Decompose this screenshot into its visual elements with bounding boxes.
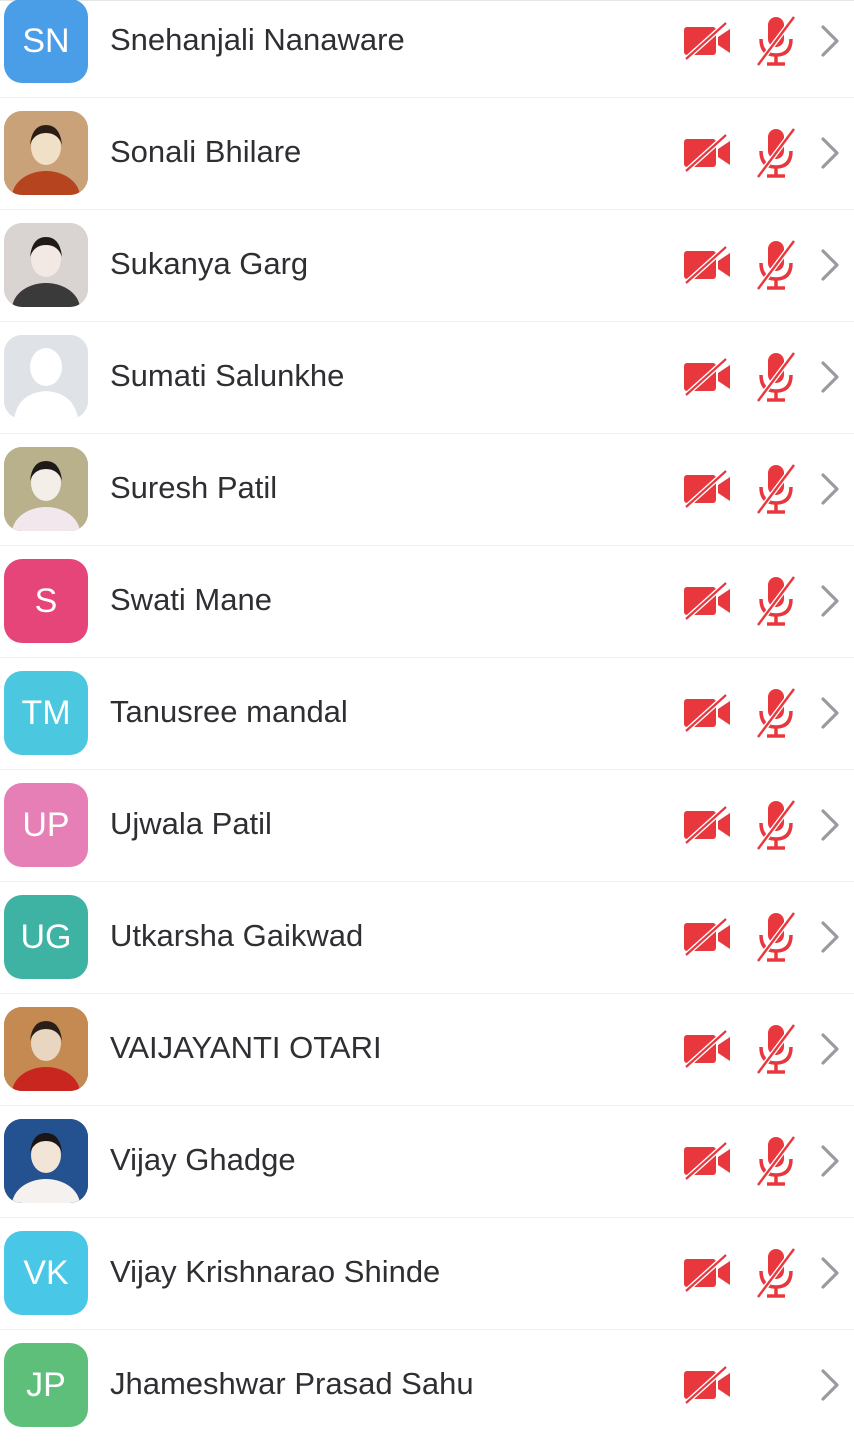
chevron-right-icon[interactable]: [818, 359, 842, 395]
participant-name: Vijay Krishnarao Shinde: [110, 1254, 441, 1289]
chevron-right-icon[interactable]: [818, 23, 842, 59]
chevron-right-icon[interactable]: [818, 919, 842, 955]
participant-row[interactable]: JP Jhameshwar Prasad Sahu: [0, 1329, 854, 1441]
participant-name: Vijay Ghadge: [110, 1142, 296, 1177]
avatar: SN: [4, 0, 88, 83]
participant-list: SN Snehanjali Nanaware Sonali Bhilare Sukan…: [0, 0, 854, 1427]
avatar: S: [4, 559, 88, 643]
avatar: JP: [4, 1343, 88, 1427]
avatar: [4, 447, 88, 531]
participant-row[interactable]: UP Ujwala Patil: [0, 769, 854, 881]
participant-row[interactable]: VK Vijay Krishnarao Shinde: [0, 1217, 854, 1329]
mic-off-icon[interactable]: [752, 461, 800, 517]
profile-photo: [4, 447, 88, 531]
avatar: [4, 111, 88, 195]
profile-photo: [4, 1007, 88, 1091]
video-off-icon[interactable]: [682, 805, 732, 845]
chevron-right-icon[interactable]: [818, 583, 842, 619]
participant-name: Utkarsha Gaikwad: [110, 918, 364, 953]
video-off-icon[interactable]: [682, 917, 732, 957]
video-off-icon[interactable]: [682, 581, 732, 621]
video-off-icon[interactable]: [682, 133, 732, 173]
chevron-right-icon[interactable]: [818, 1367, 842, 1403]
participant-name: Sonali Bhilare: [110, 134, 302, 169]
participant-name: Snehanjali Nanaware: [110, 22, 405, 57]
participant-row[interactable]: Suresh Patil: [0, 433, 854, 545]
participant-row[interactable]: UG Utkarsha Gaikwad: [0, 881, 854, 993]
video-off-icon[interactable]: [682, 1029, 732, 1069]
participant-name: Ujwala Patil: [110, 806, 272, 841]
default-person-icon: [4, 335, 88, 419]
profile-photo: [4, 1119, 88, 1203]
participant-row[interactable]: VAIJAYANTI OTARI: [0, 993, 854, 1105]
participant-row[interactable]: Sonali Bhilare: [0, 97, 854, 209]
avatar: TM: [4, 671, 88, 755]
participant-row[interactable]: SN Snehanjali Nanaware: [0, 0, 854, 97]
participant-name: Suresh Patil: [110, 470, 278, 505]
video-off-icon[interactable]: [682, 1253, 732, 1293]
mic-off-icon[interactable]: [752, 573, 800, 629]
chevron-right-icon[interactable]: [818, 1031, 842, 1067]
chevron-right-icon[interactable]: [818, 135, 842, 171]
mic-off-icon[interactable]: [752, 685, 800, 741]
mic-off-icon[interactable]: [752, 125, 800, 181]
participant-name: VAIJAYANTI OTARI: [110, 1030, 382, 1065]
chevron-right-icon[interactable]: [818, 247, 842, 283]
chevron-right-icon[interactable]: [818, 807, 842, 843]
mic-off-icon[interactable]: [752, 13, 800, 69]
avatar: UG: [4, 895, 88, 979]
mic-off-icon[interactable]: [752, 1021, 800, 1077]
video-off-icon[interactable]: [682, 1141, 732, 1181]
mic-off-icon[interactable]: [752, 909, 800, 965]
mic-off-icon[interactable]: [752, 797, 800, 853]
chevron-right-icon[interactable]: [818, 471, 842, 507]
video-off-icon[interactable]: [682, 21, 732, 61]
participant-name: Sumati Salunkhe: [110, 358, 345, 393]
avatar: [4, 1119, 88, 1203]
mic-off-icon[interactable]: [752, 1133, 800, 1189]
participant-name: Sukanya Garg: [110, 246, 309, 281]
participant-row[interactable]: Vijay Ghadge: [0, 1105, 854, 1217]
avatar: [4, 1007, 88, 1091]
participant-row[interactable]: Sukanya Garg: [0, 209, 854, 321]
participant-name: Tanusree mandal: [110, 694, 348, 729]
chevron-right-icon[interactable]: [818, 695, 842, 731]
participant-row[interactable]: S Swati Mane: [0, 545, 854, 657]
participant-row[interactable]: Sumati Salunkhe: [0, 321, 854, 433]
chevron-right-icon[interactable]: [818, 1143, 842, 1179]
mic-off-icon[interactable]: [752, 349, 800, 405]
video-off-icon[interactable]: [682, 1365, 732, 1405]
video-off-icon[interactable]: [682, 469, 732, 509]
participant-name: Jhameshwar Prasad Sahu: [110, 1366, 474, 1401]
mic-off-icon[interactable]: [752, 237, 800, 293]
avatar: [4, 335, 88, 419]
video-off-icon[interactable]: [682, 357, 732, 397]
profile-photo: [4, 111, 88, 195]
profile-photo: [4, 223, 88, 307]
participant-name: Swati Mane: [110, 582, 272, 617]
chevron-right-icon[interactable]: [818, 1255, 842, 1291]
video-off-icon[interactable]: [682, 693, 732, 733]
video-off-icon[interactable]: [682, 245, 732, 285]
avatar: UP: [4, 783, 88, 867]
avatar: VK: [4, 1231, 88, 1315]
participant-row[interactable]: TM Tanusree mandal: [0, 657, 854, 769]
avatar: [4, 223, 88, 307]
mic-off-icon[interactable]: [752, 1245, 800, 1301]
